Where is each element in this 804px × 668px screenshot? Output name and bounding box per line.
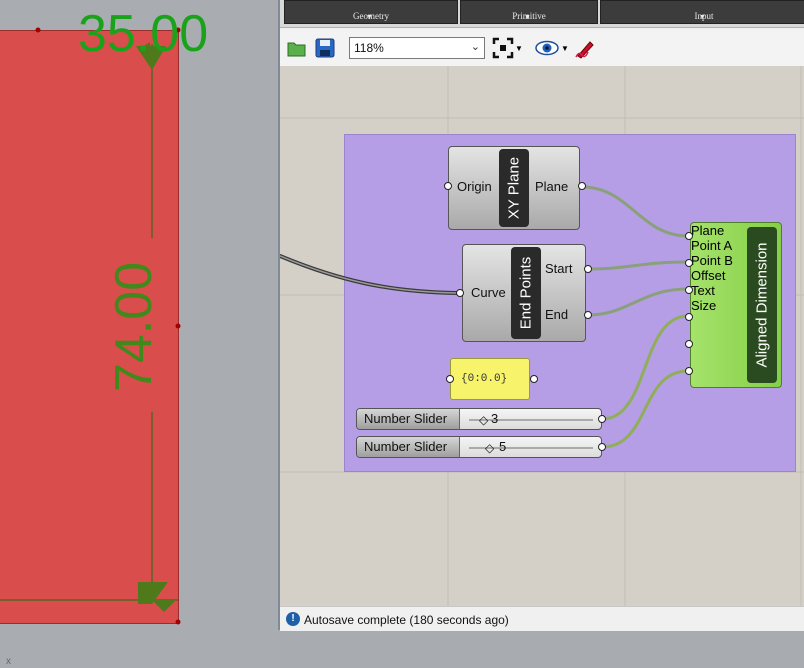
component-title: XY Plane [499, 149, 529, 227]
rhino-viewport[interactable]: 35.00 74.00 x [0, 0, 280, 668]
ribbon-group-geometry[interactable]: Geometry ▼ [284, 0, 458, 24]
panel-component[interactable]: {0:0.0} [450, 358, 530, 400]
output-port[interactable] [598, 415, 606, 423]
ribbon-group-input[interactable]: Input ▼ [600, 0, 804, 24]
preview-eye-icon[interactable] [534, 37, 560, 59]
grasshopper-window: Geometry ▼ Primitive ▼ Input ▼ 118% ⌄ ▼ [278, 0, 804, 631]
input-port[interactable] [685, 367, 693, 375]
dimension-horizontal-text: 35.00 [78, 5, 209, 63]
input-port[interactable] [685, 232, 693, 240]
expand-arrow-icon[interactable]: ▼ [285, 13, 454, 21]
open-folder-icon[interactable] [286, 37, 308, 59]
expand-arrow-icon[interactable]: ▼ [461, 13, 594, 21]
input-origin-label: Origin [457, 179, 492, 194]
slider-name: Number Slider [357, 409, 460, 429]
expand-arrow-icon[interactable]: ▼ [601, 13, 804, 21]
input-port[interactable] [685, 340, 693, 348]
status-bar: ! Autosave complete (180 seconds ago) [280, 606, 804, 631]
input-port[interactable] [685, 259, 693, 267]
slider-value: 5 [499, 439, 507, 454]
status-text: Autosave complete (180 seconds ago) [304, 613, 509, 627]
end-points-component[interactable]: Curve End Points Start End [462, 244, 586, 342]
input-port[interactable] [456, 289, 464, 297]
output-port[interactable] [530, 375, 538, 383]
zoom-value: 118% [354, 41, 384, 55]
output-port[interactable] [584, 265, 592, 273]
output-end-label: End [545, 307, 569, 322]
info-icon: ! [286, 612, 300, 626]
slider-value: 3 [491, 411, 499, 426]
sketch-pen-icon[interactable] [574, 37, 596, 59]
output-port[interactable] [578, 182, 586, 190]
ribbon-group-primitive[interactable]: Primitive ▼ [460, 0, 598, 24]
xy-plane-component[interactable]: Origin XY Plane Plane [448, 146, 580, 230]
save-icon[interactable] [314, 37, 336, 59]
component-title: End Points [511, 247, 541, 339]
output-port[interactable] [598, 443, 606, 451]
component-ribbon: Geometry ▼ Primitive ▼ Input ▼ [280, 0, 804, 28]
zoom-extents-icon[interactable] [492, 37, 514, 59]
axis-label: x [6, 656, 11, 667]
slider-knob[interactable]: ◇ [485, 441, 494, 455]
number-slider-1[interactable]: Number Slider ◇ 3 [356, 408, 602, 430]
input-port[interactable] [444, 182, 452, 190]
input-port[interactable] [685, 313, 693, 321]
input-port[interactable] [685, 286, 693, 294]
panel-text: {0:0.0} [461, 373, 508, 385]
output-plane-label: Plane [535, 179, 569, 194]
chevron-down-icon: ⌄ [470, 41, 480, 53]
preview-dropdown-icon[interactable]: ▼ [560, 37, 570, 59]
slider-name: Number Slider [357, 437, 460, 457]
slider-knob[interactable]: ◇ [479, 413, 488, 427]
grasshopper-canvas[interactable]: Origin XY Plane Plane Curve End Points S… [280, 66, 804, 606]
zoom-extents-dropdown-icon[interactable]: ▼ [514, 37, 524, 59]
number-slider-2[interactable]: Number Slider ◇ 5 [356, 436, 602, 458]
dimension-vertical-text: 74.00 [105, 261, 163, 392]
zoom-dropdown[interactable]: 118% ⌄ [349, 37, 485, 59]
input-curve-label: Curve [471, 285, 506, 300]
aligned-dimension-component[interactable]: Plane Point A Point B Offset Text Size A… [690, 222, 782, 388]
input-port[interactable] [446, 375, 454, 383]
output-port[interactable] [584, 311, 592, 319]
output-start-label: Start [545, 261, 573, 276]
canvas-toolbar: 118% ⌄ ▼ ▼ [280, 30, 804, 66]
component-title: Aligned Dimension [747, 227, 777, 383]
